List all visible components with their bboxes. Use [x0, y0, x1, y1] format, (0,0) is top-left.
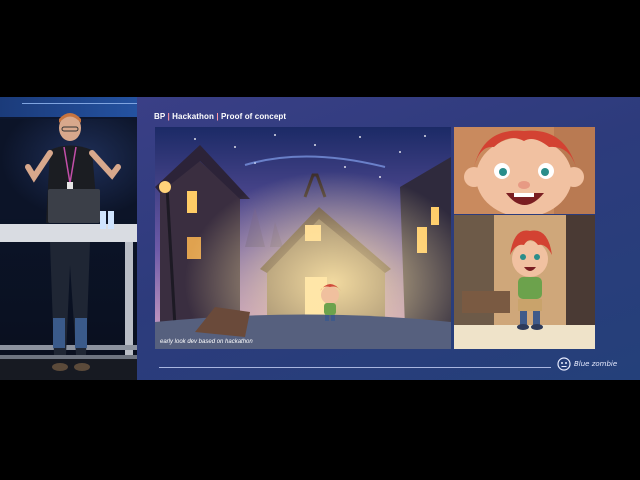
presenter [25, 113, 121, 371]
zombie-logo-icon [557, 357, 571, 371]
logo-text: Blue zombie [574, 360, 618, 368]
presentation-slide: BP | Hackathon | Proof of concept early … [137, 97, 640, 380]
title-part-bp: BP [154, 112, 166, 121]
title-separator: | [216, 112, 219, 121]
title-part-hackathon: Hackathon [172, 112, 214, 121]
title-part-proof: Proof of concept [220, 112, 287, 121]
character-fullbody-art [454, 215, 595, 349]
studio-logo: Blue zombie [557, 357, 617, 371]
concept-art-village: early look dev based on hackathon [155, 127, 451, 349]
concept-art-caption: early look dev based on hackathon [160, 339, 253, 345]
speaker-camera [0, 97, 137, 380]
slide-footer-line [159, 367, 551, 368]
title-separator: | [167, 112, 170, 121]
character-closeup-art [454, 127, 595, 214]
slide-title: BP | Hackathon | Proof of concept [154, 112, 286, 121]
video-frame: BP | Hackathon | Proof of concept early … [0, 97, 640, 380]
